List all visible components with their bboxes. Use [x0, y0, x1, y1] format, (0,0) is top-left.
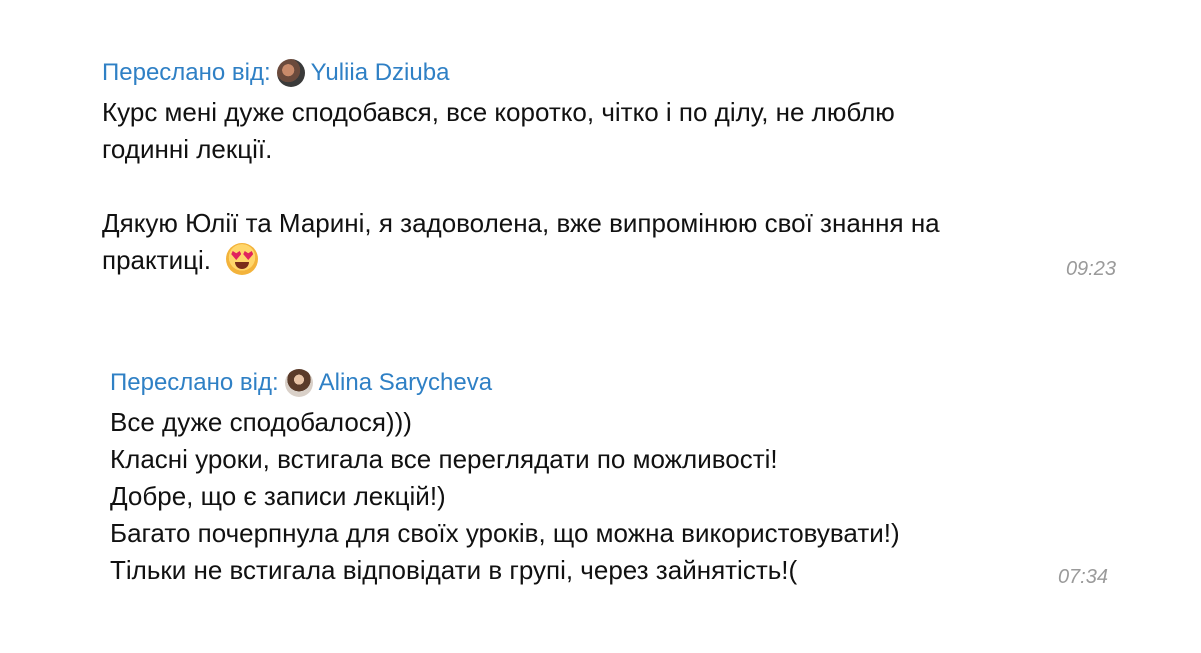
- forwarded-header[interactable]: Переслано від: Yuliia Dziuba: [102, 56, 1142, 90]
- message-line: Добре, що є записи лекцій!): [110, 481, 446, 511]
- forwarded-message: Переслано від: Yuliia Dziuba Курс мені д…: [102, 56, 1142, 282]
- message-line: Все дуже сподобалося))): [110, 407, 412, 437]
- message-line-text: практиці.: [102, 245, 211, 275]
- forwarded-message: Переслано від: Alina Sarycheva Все дуже …: [110, 366, 1130, 592]
- message-line: Дякую Юлії та Марині, я задоволена, вже …: [102, 208, 940, 238]
- author-name[interactable]: Yuliia Dziuba: [311, 56, 450, 90]
- message-line: практиці.: [102, 242, 259, 279]
- forwarded-header[interactable]: Переслано від: Alina Sarycheva: [110, 366, 1130, 400]
- message-line: Багато почерпнула для своїх уроків, що м…: [110, 518, 900, 548]
- message-time: 09:23: [1065, 258, 1116, 280]
- message-line: Курс мені дуже сподобався, все коротко, …: [102, 97, 895, 127]
- forwarded-label: Переслано від:: [110, 369, 279, 396]
- forwarded-label: Переслано від:: [102, 59, 271, 86]
- message-line: Тільки не встигала відповідати в групі, …: [110, 555, 798, 585]
- author-avatar[interactable]: [284, 369, 313, 397]
- message-time: 07:34: [1057, 566, 1108, 588]
- heart-eyes-emoji-icon: [226, 243, 259, 275]
- message-body: Все дуже сподобалося))) Класні уроки, вс…: [110, 404, 1130, 592]
- message-line: годинні лекції.: [102, 134, 273, 164]
- message-line: Класні уроки, встигала все переглядати п…: [110, 444, 778, 474]
- author-avatar[interactable]: [276, 59, 305, 87]
- message-body: Курс мені дуже сподобався, все коротко, …: [102, 94, 1142, 282]
- author-name[interactable]: Alina Sarycheva: [319, 366, 492, 400]
